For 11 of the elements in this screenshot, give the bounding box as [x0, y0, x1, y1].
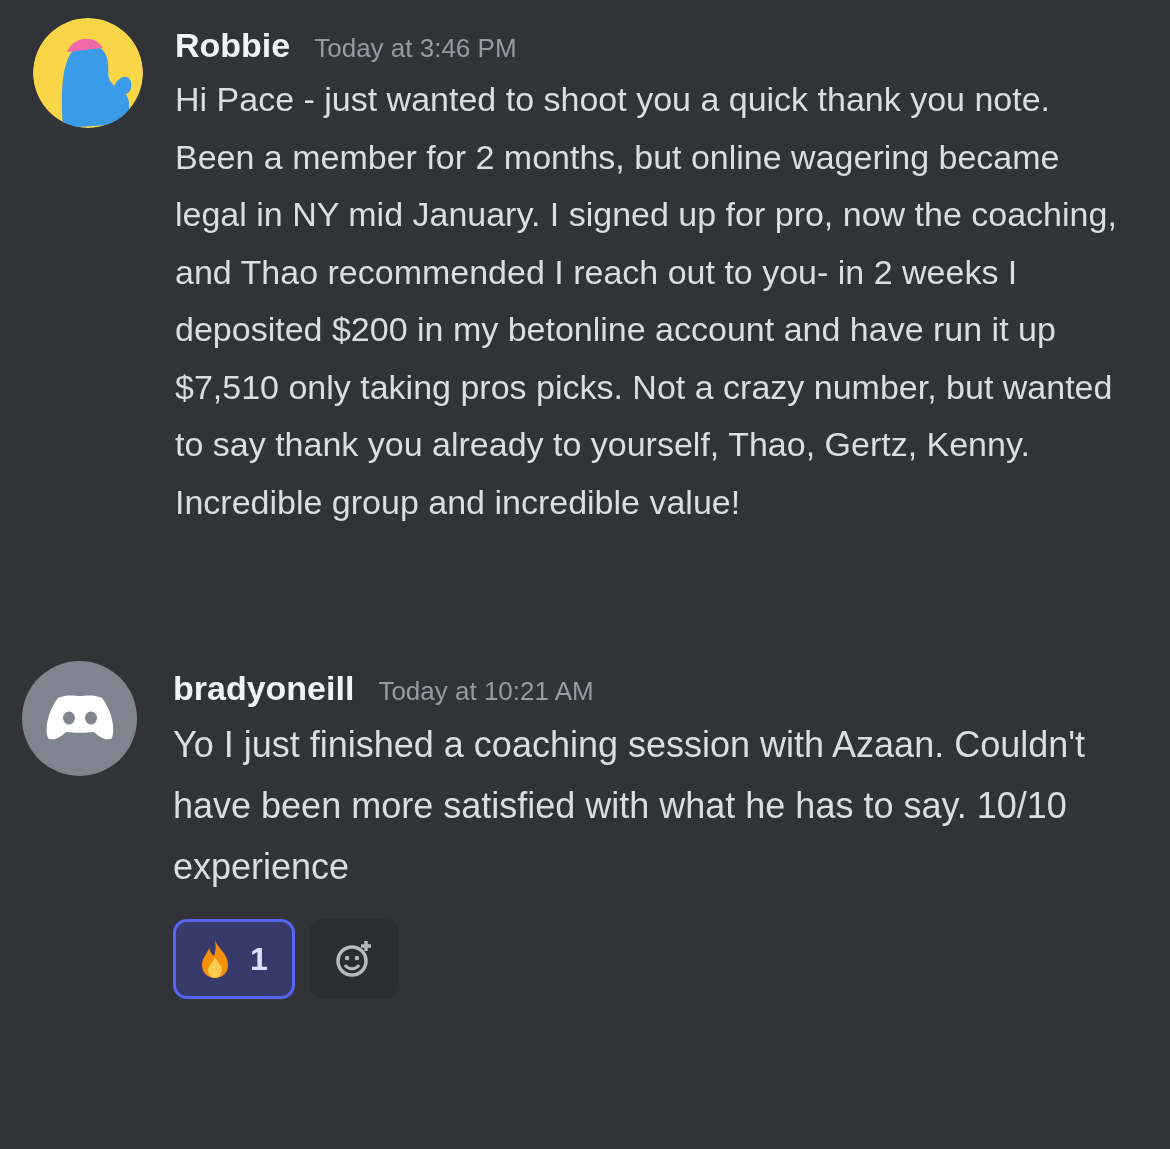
add-reaction-button[interactable]	[308, 919, 399, 999]
flame-icon	[200, 939, 230, 979]
message-text: Hi Pace - just wanted to shoot you a quick thank you note. Been a member for 2 months, but online wagering became legal in NY mid January. I signed up for pro, now the coaching, and Thao recommended I reach out to you- in 2 weeks I deposited $200 in my betonline account and have run it up $7,510 only taking pros picks. Not a crazy number, but wanted to say thank you already to yourself, Thao, Gertz, Kenny. Incredible group and incredible value!	[175, 79, 1118, 523]
timestamp: Today at 10:21 AM	[378, 676, 594, 707]
reaction-button[interactable]: 1	[173, 919, 295, 999]
avatar[interactable]	[33, 18, 143, 128]
message-text: Yo I just finished a coaching session with Azaan. Couldn't have been more satisfied with what he has to say. 10/10 experience	[173, 723, 1087, 889]
timestamp: Today at 3:46 PM	[314, 33, 517, 64]
add-reaction-icon	[333, 939, 374, 979]
author-name[interactable]: Robbie	[175, 26, 291, 65]
author-name[interactable]: bradyoneill	[173, 669, 355, 708]
